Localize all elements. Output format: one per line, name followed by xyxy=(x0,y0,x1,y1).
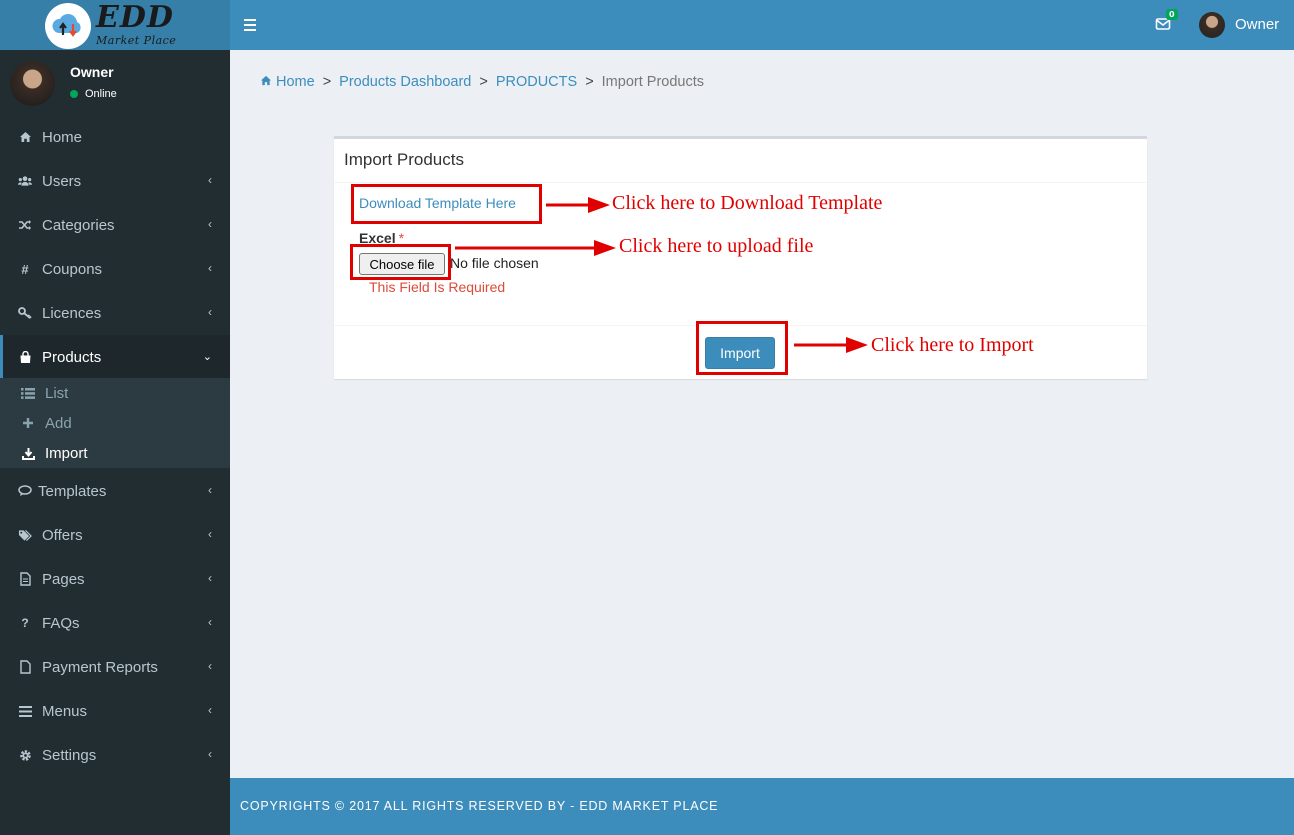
arrow-download xyxy=(546,197,610,213)
annotation-download-text: Click here to Download Template xyxy=(612,192,883,214)
annotation-arrows xyxy=(455,197,868,353)
page-footer: COPYRIGHTS © 2017 ALL RIGHTS RESERVED BY… xyxy=(230,778,1294,835)
arrow-upload xyxy=(455,240,616,256)
arrow-import xyxy=(794,337,868,353)
annotation-import-text: Click here to Import xyxy=(871,334,1034,356)
annotation-upload-text: Click here to upload file xyxy=(619,235,814,257)
copyright-text: COPYRIGHTS © 2017 ALL RIGHTS RESERVED BY… xyxy=(240,799,719,813)
